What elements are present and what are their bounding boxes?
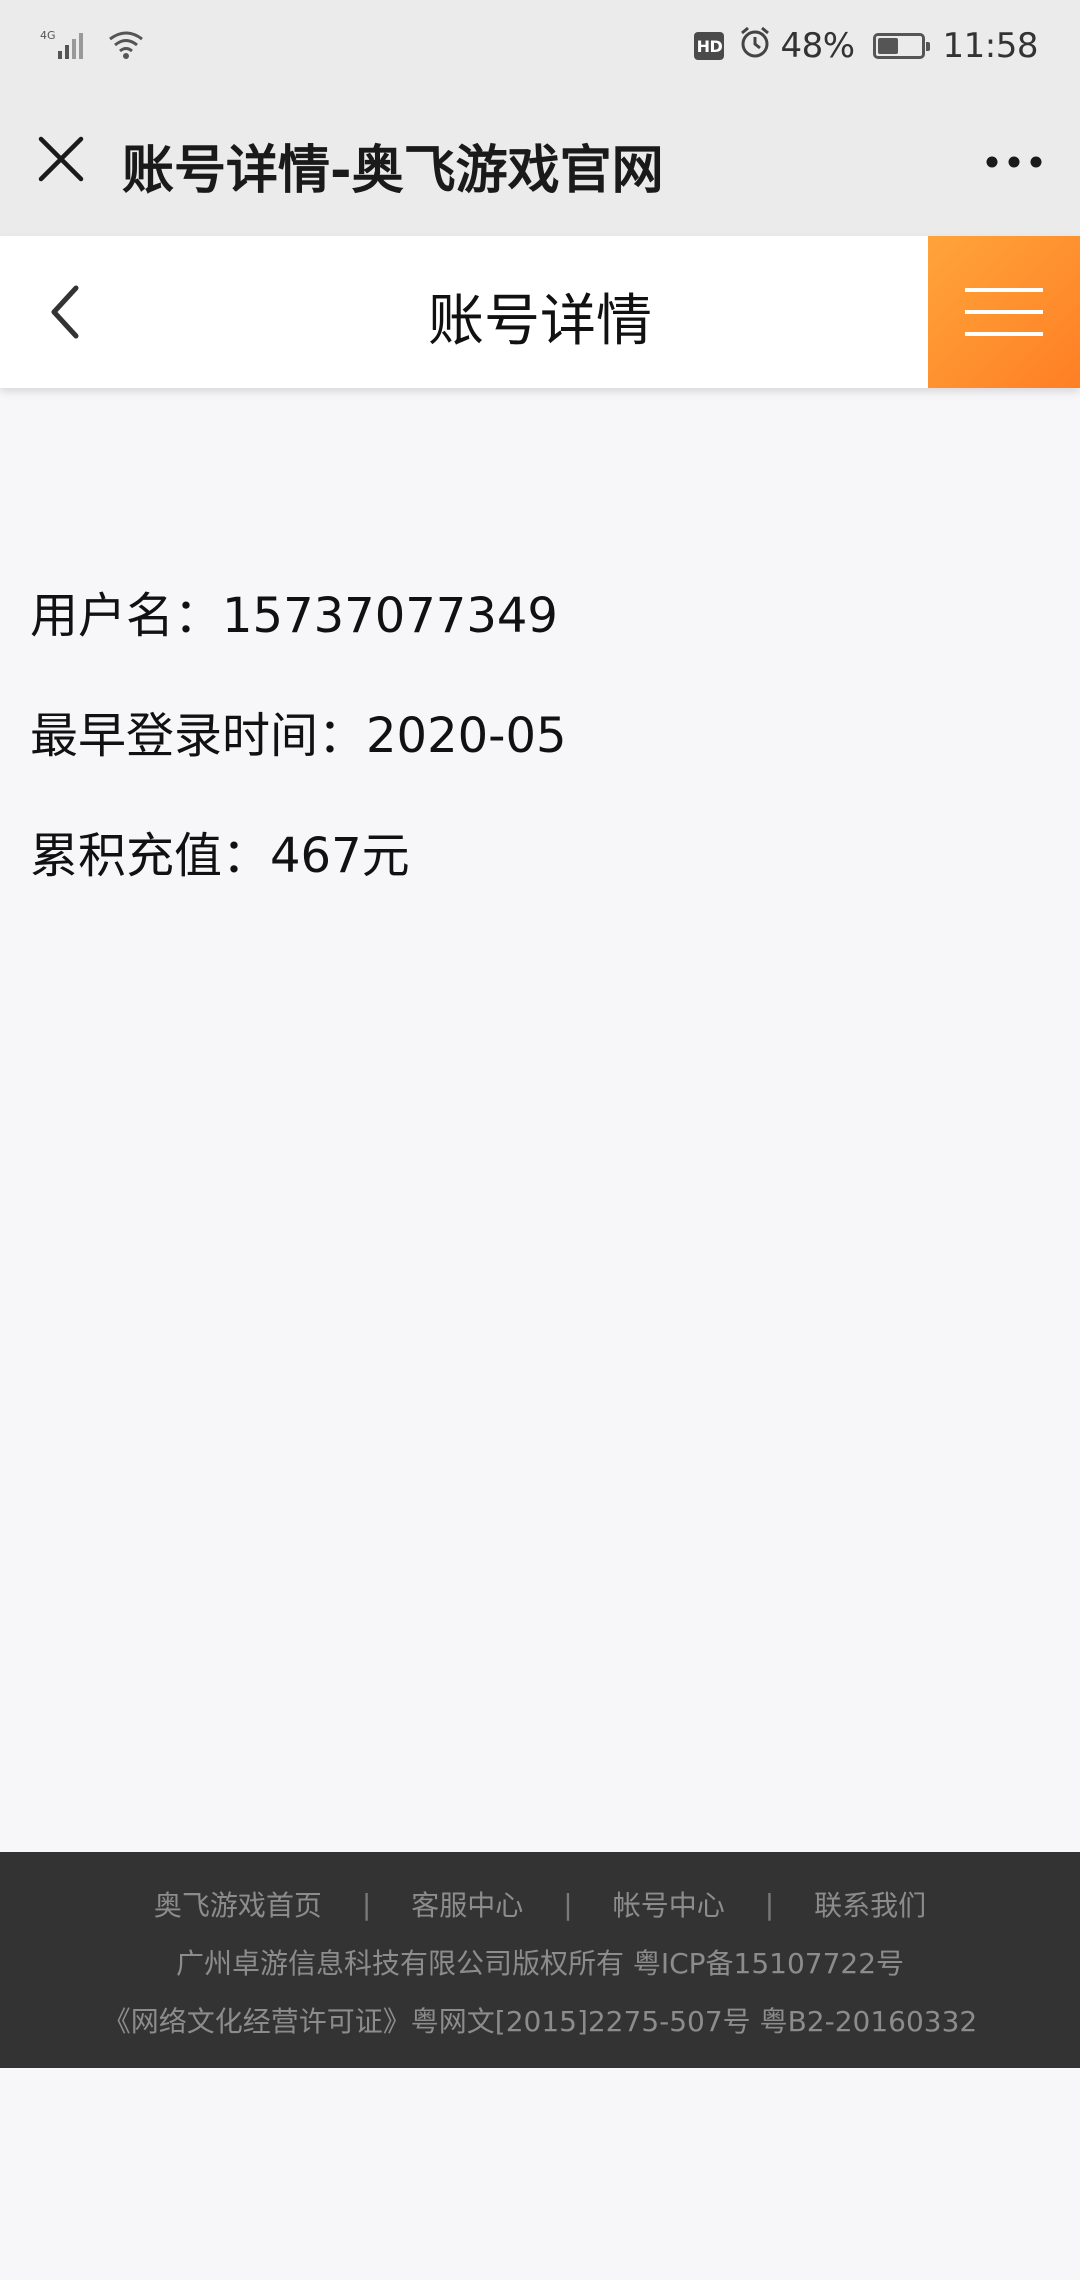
webview-title: 账号详情-奥飞游戏官网 <box>122 141 664 201</box>
info-value: 2020-05 <box>366 708 567 764</box>
info-row-total-recharge: 累积充值：467元 <box>30 820 567 940</box>
footer-license: 《网络文化经营许可证》粤网文[2015]2275-507号 粤B2-201603… <box>102 2005 978 2038</box>
page-header: 账号详情 <box>0 236 1080 388</box>
close-button[interactable] <box>28 126 94 192</box>
info-value: 15737077349 <box>222 588 558 644</box>
webview-titlebar: 账号详情-奥飞游戏官网 <box>0 92 1080 236</box>
info-row-username: 用户名：15737077349 <box>30 580 567 700</box>
hd-icon: HD <box>694 32 725 60</box>
hamburger-icon <box>965 288 1043 336</box>
status-time: 11:58 <box>942 26 1039 66</box>
info-label: 最早登录时间： <box>30 708 367 764</box>
battery-fill <box>877 38 898 54</box>
battery-icon <box>872 33 930 59</box>
footer-copyright: 广州卓游信息科技有限公司版权所有 粤ICP备15107722号 <box>175 1947 905 1980</box>
footer-separator: | <box>563 1887 573 1921</box>
battery-percent: 48% <box>780 26 855 66</box>
info-value: 467元 <box>270 828 410 884</box>
footer-link-home[interactable]: 奥飞游戏首页 <box>154 1884 322 1924</box>
status-left: 4G <box>40 24 146 68</box>
page-title: 账号详情 <box>428 289 652 354</box>
status-right: HD 48% 11:58 <box>694 22 1039 70</box>
account-info: 用户名：15737077349 最早登录时间：2020-05 累积充值：467元 <box>30 580 567 940</box>
more-icon <box>986 156 1042 168</box>
footer-links: 奥飞游戏首页 | 客服中心 | 帐号中心 | 联系我们 <box>0 1884 1080 1924</box>
footer-separator: | <box>764 1887 775 1921</box>
menu-button[interactable] <box>928 236 1080 388</box>
info-label: 累积充值： <box>30 828 271 884</box>
info-label: 用户名： <box>30 588 223 644</box>
status-bar: 4G HD 48% 11:58 <box>0 0 1080 92</box>
footer-separator: | <box>361 1887 372 1921</box>
info-row-first-login: 最早登录时间：2020-05 <box>30 700 567 820</box>
footer-link-account[interactable]: 帐号中心 <box>613 1884 725 1924</box>
more-button[interactable] <box>978 132 1050 192</box>
footer-link-service[interactable]: 客服中心 <box>411 1884 523 1924</box>
close-icon <box>38 136 84 182</box>
wifi-icon <box>106 27 146 65</box>
alarm-icon <box>738 25 772 68</box>
signal-icon: 4G <box>40 27 96 65</box>
footer: 奥飞游戏首页 | 客服中心 | 帐号中心 | 联系我们 广州卓游信息科技有限公司… <box>0 1852 1080 2068</box>
network-type: 4G <box>40 29 56 42</box>
footer-link-contact[interactable]: 联系我们 <box>814 1884 926 1924</box>
